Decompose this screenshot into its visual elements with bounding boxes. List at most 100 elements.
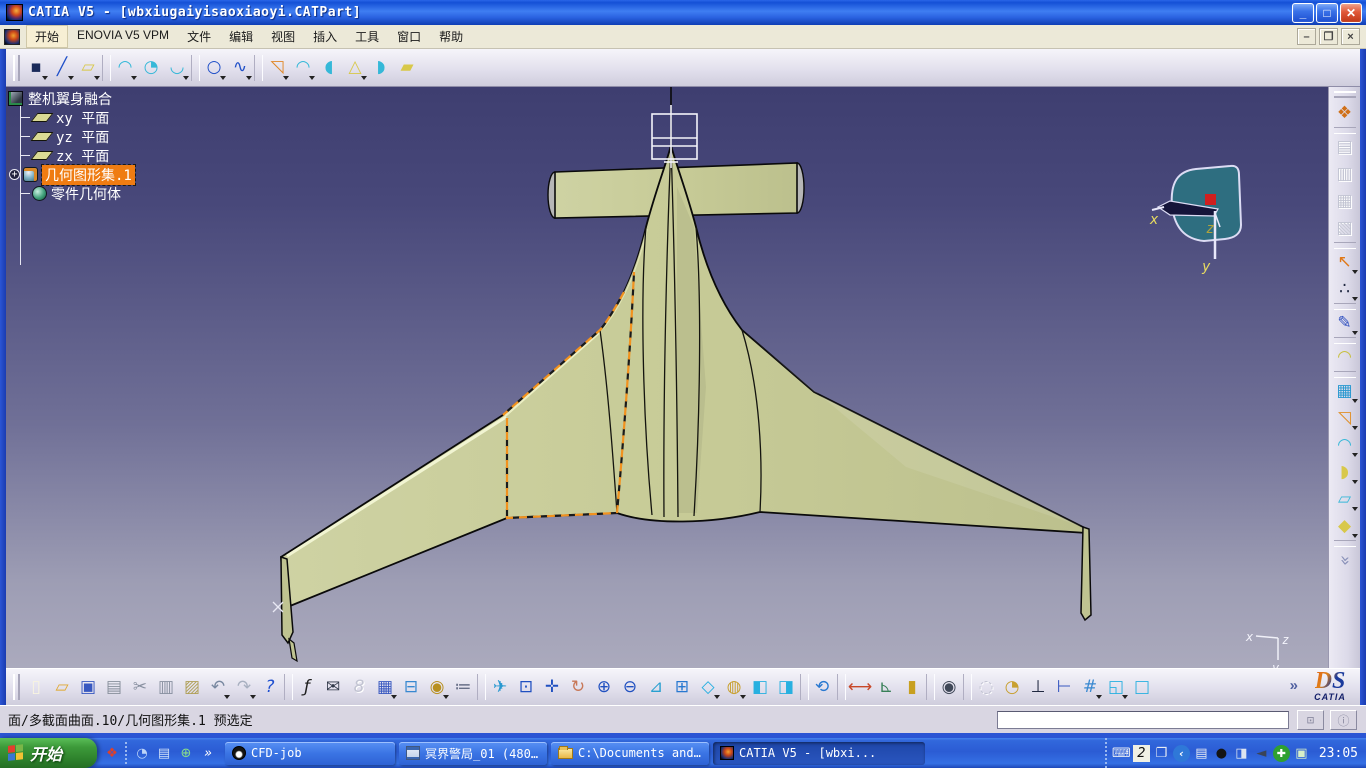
menu-insert[interactable]: 插入 xyxy=(304,25,346,48)
join-surface-icon[interactable]: ◹ xyxy=(264,54,290,82)
line-icon[interactable]: ╱ xyxy=(49,54,75,82)
airfoil-curve-icon[interactable]: ◠ xyxy=(1331,344,1359,371)
touch-rotate-icon[interactable]: ◔ xyxy=(999,673,1025,701)
media-player-tray-icon[interactable]: ▤ xyxy=(1193,745,1210,762)
task-media-player[interactable]: 冥界警局_01 (480... xyxy=(399,742,547,765)
compass-free-rotation-handle[interactable] xyxy=(1205,194,1216,205)
loft-surface-icon[interactable]: △ xyxy=(342,54,368,82)
catalog-icon-2[interactable]: ▥ xyxy=(1331,161,1359,188)
menu-view[interactable]: 视图 xyxy=(262,25,304,48)
select-arrow-icon[interactable]: ↖ xyxy=(1331,249,1359,276)
sweep-surface-icon[interactable]: ◗ xyxy=(1331,459,1359,486)
link-icon[interactable]: ≔ xyxy=(450,673,476,701)
projection-icon[interactable]: ◹ xyxy=(1331,405,1359,432)
historical-graph-icon[interactable]: ⊢ xyxy=(1051,673,1077,701)
comment-icon[interactable]: ✉ xyxy=(320,673,346,701)
power-input-field[interactable] xyxy=(997,711,1289,729)
tree-xy-plane[interactable]: xy 平面 xyxy=(8,108,135,127)
green-plus-icon[interactable]: ⊕ xyxy=(177,745,195,762)
sketcher-icon[interactable]: ✎ xyxy=(1331,310,1359,337)
measure-inertia-icon[interactable]: ▮ xyxy=(899,673,925,701)
axis-system-icon[interactable]: ⊥ xyxy=(1025,673,1051,701)
render-style-icon[interactable]: ◍ xyxy=(721,673,747,701)
right-winglet[interactable] xyxy=(1081,527,1091,620)
redo-icon[interactable]: ↷ xyxy=(231,673,257,701)
catalog-icon-1[interactable]: ▤ xyxy=(1331,134,1359,161)
design-table-icon[interactable]: ▦ xyxy=(372,673,398,701)
formula-icon[interactable]: ƒ xyxy=(294,673,320,701)
tree-zx-plane[interactable]: zx 平面 xyxy=(8,146,135,165)
whats-this-icon[interactable]: ? xyxy=(257,673,283,701)
person-icon[interactable]: 8 xyxy=(346,673,372,701)
input-method-icon[interactable]: 2 xyxy=(1133,745,1150,762)
menu-start[interactable]: 开始 xyxy=(26,25,68,48)
volume-tray-icon[interactable]: ◄ xyxy=(1253,745,1270,762)
circle-icon[interactable]: ○ xyxy=(201,54,227,82)
expand-plus-icon[interactable]: + xyxy=(9,169,20,180)
hide-tray-icons-button[interactable]: ‹ xyxy=(1173,745,1190,762)
rotate-object-icon[interactable]: ⟲ xyxy=(810,673,836,701)
shade-edges-icon[interactable]: ◧ xyxy=(747,673,773,701)
plane-icon[interactable]: ▱ xyxy=(75,54,101,82)
fit-all-icon[interactable]: ⊡ xyxy=(513,673,539,701)
mdi-close-button[interactable]: × xyxy=(1341,28,1360,45)
capture-icon[interactable]: ◉ xyxy=(936,673,962,701)
catalog-icon-4[interactable]: ▧ xyxy=(1331,215,1359,242)
3d-viewport[interactable]: x z y x z y 整机翼身融合 xyxy=(6,87,1328,668)
box-view-icon[interactable]: ◱ xyxy=(1103,673,1129,701)
aircraft-model[interactable] xyxy=(281,145,1091,661)
measure-item-icon[interactable]: ⊾ xyxy=(873,673,899,701)
tree-geometric-set[interactable]: + 几何图形集.1 xyxy=(8,165,135,184)
close-button[interactable]: ✕ xyxy=(1340,3,1362,23)
network-tray-icon[interactable]: ◨ xyxy=(1233,745,1250,762)
zoom-in-icon[interactable]: ⊕ xyxy=(591,673,617,701)
menu-tools[interactable]: 工具 xyxy=(346,25,388,48)
gsd-workbench-icon[interactable]: ❖ xyxy=(1331,100,1359,127)
quick-launch-swirl-icon[interactable]: ❖ xyxy=(103,745,121,762)
tree-part-body[interactable]: 零件几何体 xyxy=(8,184,135,203)
qq-tray-icon[interactable]: ● xyxy=(1213,745,1230,762)
extract-surface-icon[interactable]: ◆ xyxy=(1331,513,1359,540)
lock-icon[interactable]: ◉ xyxy=(424,673,450,701)
fill-surface-icon[interactable]: ◖ xyxy=(316,54,342,82)
rotate-icon[interactable]: ↻ xyxy=(565,673,591,701)
pan-icon[interactable]: ✛ xyxy=(539,673,565,701)
work-grid-icon[interactable]: # xyxy=(1077,673,1103,701)
mdi-restore-button[interactable]: ❐ xyxy=(1319,28,1338,45)
tree-root[interactable]: 整机翼身融合 xyxy=(8,89,135,108)
point-icon[interactable]: ▪ xyxy=(23,54,49,82)
support-patterns-icon[interactable]: ▦ xyxy=(1331,378,1359,405)
mdi-minimize-button[interactable]: – xyxy=(1297,28,1316,45)
selection-sets-icon[interactable]: ∴ xyxy=(1331,276,1359,303)
more-tools-chevron-icon[interactable]: » xyxy=(1331,547,1359,574)
task-catia[interactable]: CATIA V5 - [wbxi... xyxy=(713,742,925,765)
security-shield-tray-icon[interactable]: ✚ xyxy=(1273,745,1290,762)
print-icon[interactable]: ▤ xyxy=(101,673,127,701)
paste-icon[interactable]: ▨ xyxy=(179,673,205,701)
undo-icon[interactable]: ↶ xyxy=(205,673,231,701)
menu-file[interactable]: 文件 xyxy=(178,25,220,48)
spline-icon[interactable]: ∿ xyxy=(227,54,253,82)
menu-help[interactable]: 帮助 xyxy=(430,25,472,48)
minimize-button[interactable]: _ xyxy=(1292,3,1314,23)
blend-surface-icon[interactable]: ◗ xyxy=(368,54,394,82)
iso-view-icon[interactable]: ◇ xyxy=(695,673,721,701)
start-button[interactable]: 开始 xyxy=(0,738,97,768)
save-icon[interactable]: ▣ xyxy=(75,673,101,701)
dome-surface-icon[interactable]: ◠ xyxy=(1331,432,1359,459)
task-explorer[interactable]: C:\Documents and... xyxy=(551,742,709,765)
nose-wireframe-box[interactable] xyxy=(652,105,697,168)
restore-window-tray-icon[interactable]: ❐ xyxy=(1153,745,1170,762)
extrude-surface-icon[interactable]: ◠ xyxy=(112,54,138,82)
offset-surface-icon[interactable]: ◡ xyxy=(164,54,190,82)
quick-launch-chevron[interactable]: » xyxy=(199,745,217,762)
normal-view-icon[interactable]: ⊿ xyxy=(643,673,669,701)
constraints-icon[interactable]: ⊟ xyxy=(398,673,424,701)
cut-icon[interactable]: ✂ xyxy=(127,673,153,701)
open-folder-icon[interactable]: ▱ xyxy=(49,673,75,701)
zoom-out-icon[interactable]: ⊖ xyxy=(617,673,643,701)
box-icon[interactable]: □ xyxy=(1129,673,1155,701)
doc-info-button[interactable]: ⓘ xyxy=(1330,710,1357,730)
fly-mode-icon[interactable]: ✈ xyxy=(487,673,513,701)
split-surface-icon[interactable]: ◠ xyxy=(290,54,316,82)
